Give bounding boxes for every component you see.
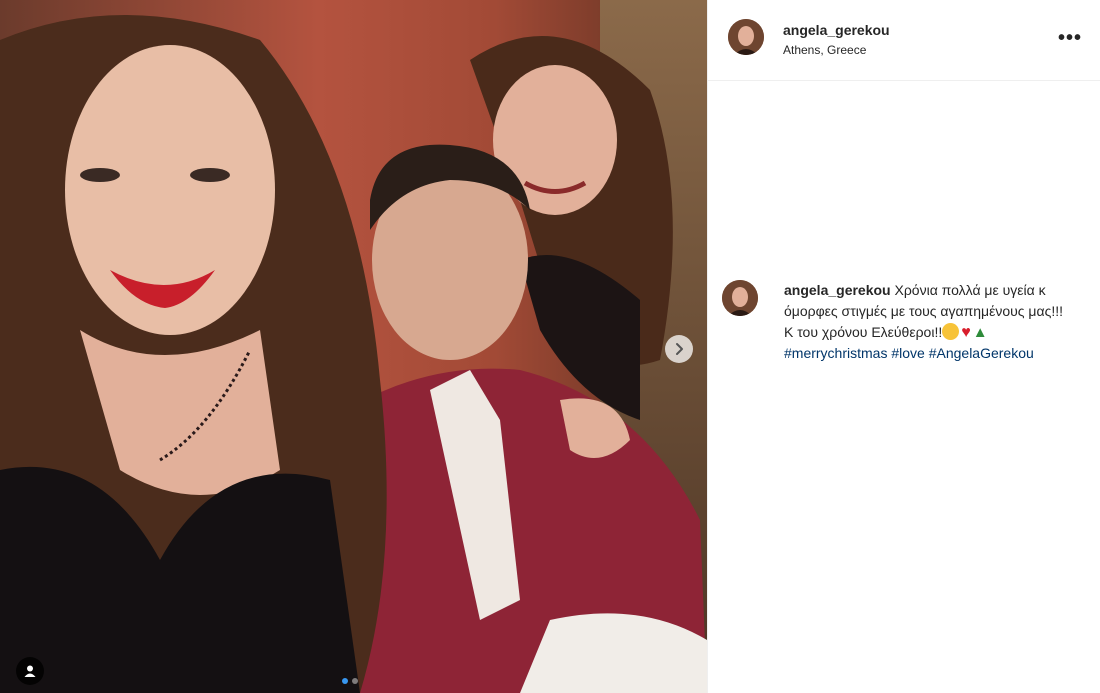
carousel-next-button[interactable] bbox=[665, 335, 693, 363]
caption-username[interactable]: angela_gerekou bbox=[784, 282, 891, 298]
carousel-dot-active bbox=[342, 678, 348, 684]
tagged-users-button[interactable] bbox=[16, 657, 44, 685]
post-photo[interactable] bbox=[0, 0, 707, 693]
post-location[interactable]: Athens, Greece bbox=[783, 43, 866, 57]
avatar[interactable] bbox=[722, 280, 758, 316]
caption-text: angela_gerekou Χρόνια πολλά με υγεία κ ό… bbox=[784, 280, 1074, 364]
christmas-tree-emoji-icon: ▲ bbox=[972, 324, 988, 341]
profile-picture bbox=[728, 19, 764, 55]
chevron-right-icon bbox=[676, 343, 683, 355]
hashtag-link[interactable]: #merrychristmas bbox=[784, 345, 887, 361]
post-sidebar: angela_gerekou Athens, Greece ••• angela… bbox=[707, 0, 1100, 693]
hashtag-link[interactable]: #love bbox=[891, 345, 924, 361]
profile-picture bbox=[722, 280, 758, 316]
heart-emoji-icon: ♥ bbox=[961, 324, 971, 341]
carousel-dot bbox=[352, 678, 358, 684]
post-header: angela_gerekou Athens, Greece ••• bbox=[708, 0, 1100, 81]
more-options-icon[interactable]: ••• bbox=[1058, 28, 1082, 48]
grinning-emoji-icon bbox=[942, 323, 960, 340]
avatar[interactable] bbox=[728, 19, 764, 55]
user-icon bbox=[24, 665, 36, 677]
carousel-indicator bbox=[342, 678, 358, 684]
post-username[interactable]: angela_gerekou bbox=[783, 22, 890, 38]
photo-image bbox=[0, 0, 707, 693]
hashtag-link[interactable]: #AngelaGerekou bbox=[929, 345, 1034, 361]
